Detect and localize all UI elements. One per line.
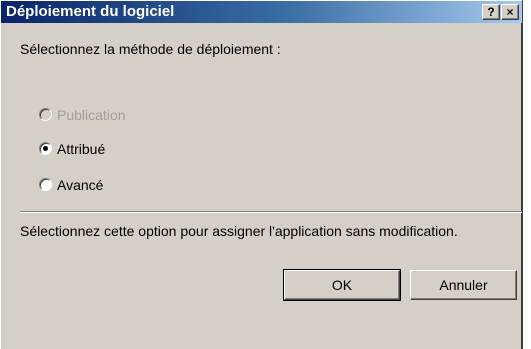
radio-selected-dot bbox=[43, 146, 48, 151]
deploy-method-prompt: Sélectionnez la méthode de déploiement : bbox=[20, 41, 281, 57]
radio-label-publication: Publication bbox=[57, 107, 126, 123]
radio-button-avance[interactable] bbox=[39, 178, 52, 191]
radio-label-attribue[interactable]: Attribué bbox=[57, 140, 105, 158]
radio-label-avance[interactable]: Avancé bbox=[57, 176, 103, 194]
ok-button[interactable]: OK bbox=[283, 269, 401, 301]
cancel-button[interactable]: Annuler bbox=[410, 270, 517, 300]
option-description: Sélectionnez cette option pour assigner … bbox=[20, 223, 458, 239]
window-title: Déploiement du logiciel bbox=[6, 3, 175, 20]
title-bar[interactable]: Déploiement du logiciel ? × bbox=[1, 1, 522, 23]
radio-button-attribue[interactable] bbox=[39, 142, 52, 155]
deploy-dialog: Déploiement du logiciel ? × Sélectionnez… bbox=[0, 0, 523, 349]
close-icon[interactable]: × bbox=[501, 4, 519, 20]
help-icon[interactable]: ? bbox=[482, 4, 500, 20]
separator bbox=[20, 211, 522, 213]
radio-button-publication bbox=[39, 108, 52, 121]
